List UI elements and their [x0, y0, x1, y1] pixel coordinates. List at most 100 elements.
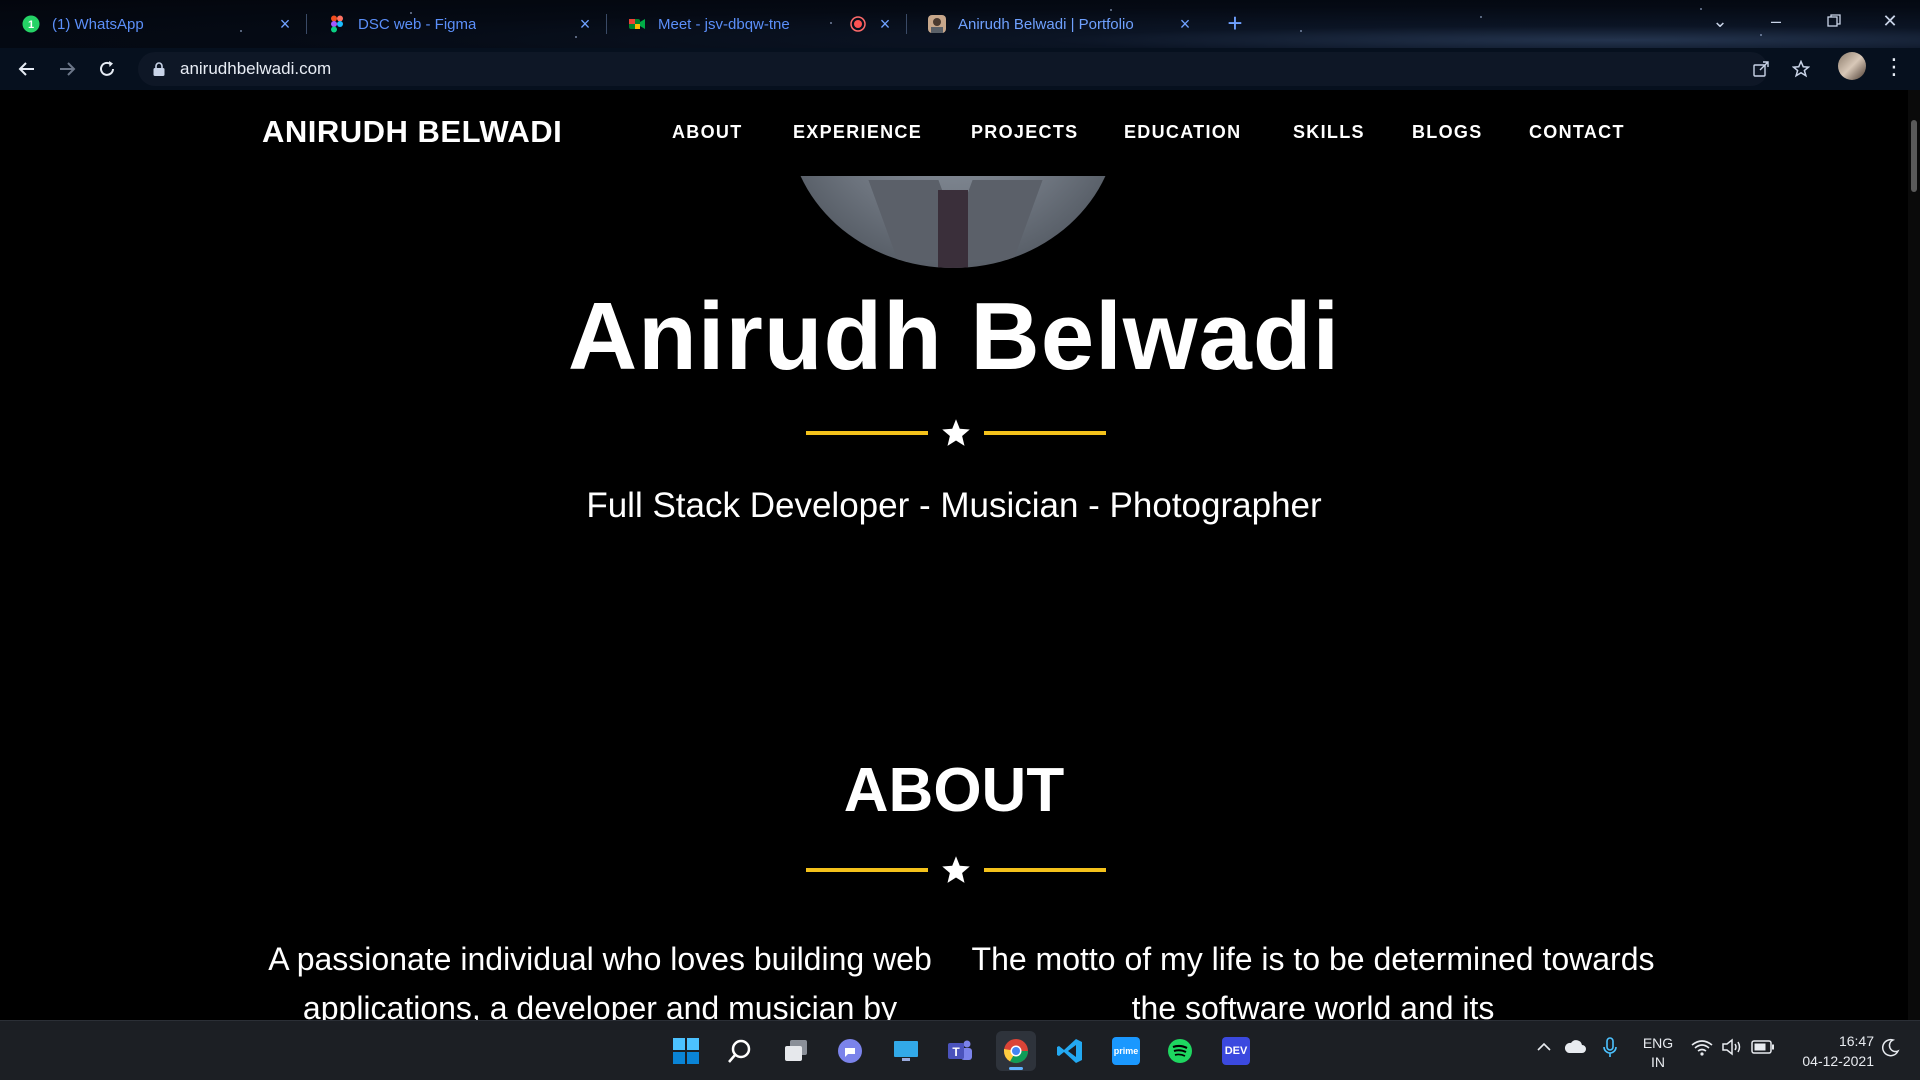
- battery-icon: [1751, 1040, 1774, 1054]
- volume-button[interactable]: [1720, 1038, 1744, 1060]
- tray-overflow-button[interactable]: [1534, 1039, 1554, 1059]
- windows-taskbar: T prime DEV ENG IN 16:47 04-12-2021: [0, 1020, 1920, 1080]
- microphone-icon: [1603, 1037, 1617, 1057]
- star-icon: [942, 856, 970, 883]
- tie: [938, 190, 968, 268]
- prime-video-icon: prime: [1112, 1037, 1140, 1065]
- microphone-button[interactable]: [1600, 1037, 1620, 1063]
- divider-line: [984, 431, 1106, 435]
- teams-app-button[interactable]: T: [940, 1031, 980, 1071]
- chevron-up-icon: [1537, 1042, 1551, 1051]
- close-icon[interactable]: ×: [876, 15, 894, 33]
- nav-skills[interactable]: SKILLS: [1293, 122, 1365, 143]
- figma-icon: [331, 15, 343, 33]
- nav-about[interactable]: ABOUT: [672, 122, 743, 143]
- page-scrollbar[interactable]: [1908, 90, 1920, 1020]
- back-button[interactable]: [10, 52, 44, 86]
- restore-button[interactable]: [1814, 4, 1854, 38]
- profile-avatar[interactable]: [1838, 52, 1866, 80]
- desktop-app-button[interactable]: [886, 1031, 926, 1071]
- tab-title: Meet - jsv-dbqw-tne: [658, 15, 790, 33]
- close-icon[interactable]: ×: [576, 15, 594, 33]
- focus-moon-icon: [1882, 1038, 1900, 1057]
- hero-tagline: Full Stack Developer - Musician - Photog…: [586, 486, 1322, 525]
- scrollbar-thumb[interactable]: [1911, 120, 1917, 192]
- chrome-icon: [1004, 1039, 1028, 1064]
- reload-button[interactable]: [90, 52, 124, 86]
- clock-time: 16:47: [1838, 1033, 1874, 1049]
- star-icon: [942, 419, 970, 446]
- wifi-button[interactable]: [1690, 1038, 1714, 1060]
- onedrive-button[interactable]: [1562, 1037, 1588, 1059]
- tab-figma[interactable]: DSC web - Figma ×: [306, 6, 606, 42]
- close-window-button[interactable]: ✕: [1870, 4, 1910, 38]
- start-button[interactable]: [666, 1031, 706, 1071]
- bookmark-button[interactable]: [1786, 52, 1816, 86]
- vscode-app-button[interactable]: [1050, 1031, 1090, 1071]
- restore-icon: [1827, 14, 1841, 27]
- new-tab-button[interactable]: +: [1220, 8, 1250, 38]
- tab-title: (1) WhatsApp: [52, 15, 144, 33]
- nav-education[interactable]: EDUCATION: [1124, 122, 1241, 143]
- recording-icon: [850, 16, 866, 32]
- divider-line: [806, 431, 928, 435]
- vscode-icon: [1057, 1039, 1082, 1063]
- dev-icon: DEV: [1222, 1037, 1250, 1065]
- tab-whatsapp[interactable]: 1 (1) WhatsApp ×: [0, 6, 306, 42]
- address-bar[interactable]: anirudhbelwadi.com: [138, 52, 1769, 86]
- svg-text:T: T: [952, 1045, 960, 1059]
- clock[interactable]: 16:47 04-12-2021: [1784, 1031, 1874, 1071]
- spotify-icon: [1168, 1039, 1192, 1063]
- tab-title: Anirudh Belwadi | Portfolio: [958, 15, 1134, 33]
- browser-toolbar: anirudhbelwadi.com: [0, 48, 1920, 90]
- windows-icon: [673, 1038, 699, 1064]
- notifications-button[interactable]: [1878, 1038, 1902, 1062]
- chrome-app-button[interactable]: [996, 1031, 1036, 1071]
- battery-button[interactable]: [1750, 1039, 1776, 1059]
- nav-contact[interactable]: CONTACT: [1529, 122, 1625, 143]
- about-left-text: A passionate individual who loves buildi…: [268, 941, 932, 1020]
- prime-video-app-button[interactable]: prime: [1106, 1031, 1146, 1071]
- tab-title: DSC web - Figma: [358, 15, 477, 33]
- language-indicator[interactable]: ENG IN: [1638, 1034, 1678, 1072]
- hero-name: Anirudh Belwadi: [567, 283, 1341, 390]
- browser-tab-strip: 1 (1) WhatsApp × DSC web - Figma × Meet …: [0, 0, 1920, 48]
- site-brand-link[interactable]: ANIRUDH BELWADI: [262, 114, 562, 150]
- close-icon[interactable]: ×: [1176, 15, 1194, 33]
- browser-menu-button[interactable]: ⋮: [1882, 52, 1906, 82]
- speaker-icon: [1722, 1038, 1741, 1056]
- taskbar-search-button[interactable]: [720, 1031, 760, 1071]
- region-code: IN: [1651, 1054, 1665, 1070]
- divider-line: [806, 868, 928, 872]
- task-view-icon: [785, 1040, 807, 1061]
- nav-projects[interactable]: PROJECTS: [971, 122, 1078, 143]
- divider-line: [984, 868, 1106, 872]
- about-right-text: The motto of my life is to be determined…: [971, 941, 1655, 1020]
- close-icon[interactable]: ×: [276, 15, 294, 33]
- tab-google-meet[interactable]: Meet - jsv-dbqw-tne ×: [606, 6, 906, 42]
- search-icon: [728, 1039, 751, 1063]
- spotify-app-button[interactable]: [1160, 1031, 1200, 1071]
- tab-portfolio[interactable]: Anirudh Belwadi | Portfolio ×: [906, 6, 1206, 42]
- language-code: ENG: [1642, 1035, 1674, 1051]
- chat-icon: [838, 1039, 862, 1063]
- about-star-divider: [806, 855, 1106, 885]
- teams-icon: T: [948, 1040, 972, 1060]
- forward-button[interactable]: [50, 52, 84, 86]
- monitor-icon: [894, 1041, 918, 1061]
- clock-date: 04-12-2021: [1802, 1053, 1874, 1069]
- chat-app-button[interactable]: [830, 1031, 870, 1071]
- share-button[interactable]: [1746, 52, 1776, 86]
- arrow-left-icon: [18, 62, 34, 76]
- star-outline-icon: [1791, 59, 1811, 78]
- cloud-icon: [1564, 1040, 1586, 1053]
- nav-blogs[interactable]: BLOGS: [1412, 122, 1483, 143]
- dev-app-button[interactable]: DEV: [1216, 1031, 1256, 1071]
- nav-experience[interactable]: EXPERIENCE: [793, 122, 922, 143]
- minimize-button[interactable]: –: [1756, 4, 1796, 38]
- whatsapp-icon: 1: [22, 15, 40, 33]
- wifi-icon: [1691, 1040, 1713, 1056]
- tab-search-button[interactable]: ⌄: [1700, 4, 1740, 38]
- reload-icon: [100, 61, 114, 76]
- task-view-button[interactable]: [776, 1031, 816, 1071]
